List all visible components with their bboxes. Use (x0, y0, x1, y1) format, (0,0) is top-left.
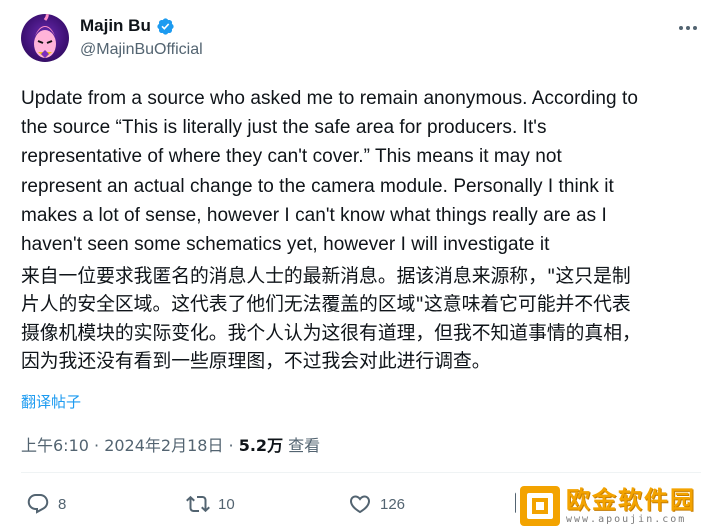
tweet-line-zh: 摄像机模块的实际变化。我个人认为这很有道理，但我不知道事情的真相， (21, 322, 641, 344)
like-count: 126 (380, 495, 406, 513)
more-dot (686, 26, 690, 30)
avatar[interactable] (21, 14, 69, 62)
tweet-line: Update from a source who asked me to rem… (21, 88, 638, 109)
reply-count: 8 (58, 495, 67, 513)
tweet-line: makes a lot of sense, however I can't kn… (21, 204, 607, 226)
tweet-line: representative of where they can't cover… (21, 146, 562, 168)
watermark-logo-icon (520, 485, 560, 526)
tweet-line-zh: 片人的安全区域。这代表了他们无法覆盖的区域"这意味着它可能并不代表 (21, 294, 631, 316)
tweet-text-zh: 来自一位要求我匿名的消息人士的最新消息。据该消息来源称，"这只是制 片人的安全区… (21, 263, 711, 377)
repost-count: 10 (218, 495, 235, 513)
tweet-meta: 上午6:10 · 2024年2月18日 · 5.2万 查看 (21, 432, 320, 456)
display-name-text: Majin Bu (80, 16, 151, 35)
translate-post-link[interactable]: 翻译帖子 (21, 391, 81, 412)
handle[interactable]: @MajinBuOfficial (80, 41, 203, 59)
like-icon (349, 495, 371, 514)
divider (21, 472, 701, 473)
display-name[interactable]: Majin Bu (80, 16, 175, 36)
like-button[interactable]: 126 (348, 490, 405, 518)
watermark-title: 欧金软件园 (566, 485, 696, 514)
tweet-line-zh: 因为我还没有看到一些原理图，不过我会对此进行调查。 (21, 351, 491, 373)
tweet-line: represent an actual change to the camera… (21, 175, 614, 197)
reply-icon (27, 494, 49, 514)
watermark-url: www.apoujin.com (566, 513, 687, 525)
verified-badge-icon (157, 17, 174, 35)
tweet-text-en: Update from a source who asked me to rem… (21, 84, 711, 259)
tweet-line: haven't seen some schematics yet, howeve… (21, 234, 550, 256)
timestamp[interactable]: 上午6:10 · 2024年2月18日 · (21, 436, 239, 455)
avatar-image (34, 14, 56, 58)
more-icon[interactable] (676, 20, 700, 36)
watermark: 欧金软件园 www.apoujin.com (516, 480, 717, 531)
tweet-line: the source “This is literally just the s… (21, 117, 547, 139)
views-label: 查看 (283, 436, 321, 455)
repost-button[interactable]: 10 (186, 490, 235, 518)
more-dot (693, 26, 697, 30)
tweet-line-zh: 来自一位要求我匿名的消息人士的最新消息。据该消息来源称，"这只是制 (21, 266, 631, 287)
repost-icon (186, 495, 210, 513)
reply-button[interactable]: 8 (26, 490, 66, 518)
more-dot (679, 26, 683, 30)
views-count: 5.2万 (238, 436, 284, 455)
